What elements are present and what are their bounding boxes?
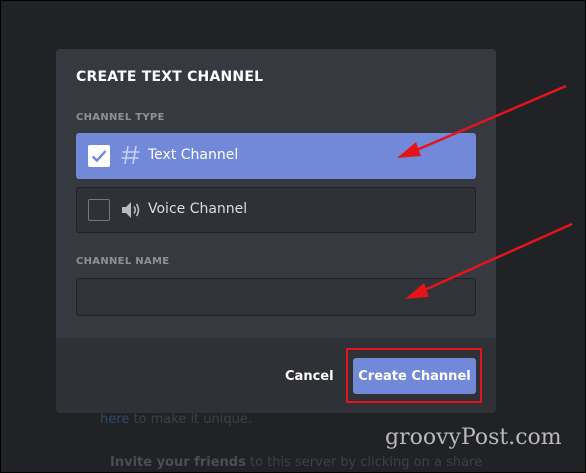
modal-title: CREATE TEXT CHANNEL: [76, 69, 264, 85]
checkmark-icon: [91, 150, 107, 163]
checkbox-checked[interactable]: [88, 145, 110, 167]
cancel-button[interactable]: Cancel: [285, 369, 334, 384]
background-link[interactable]: here: [100, 412, 129, 427]
background-text-line: Invite your friends to this server by cl…: [110, 455, 482, 470]
speaker-icon: [122, 202, 140, 218]
channel-type-label: CHANNEL TYPE: [76, 112, 165, 123]
option-label: Text Channel: [148, 147, 239, 163]
text-channel-option[interactable]: Text Channel: [76, 133, 476, 179]
watermark: groovyPost.com: [385, 425, 562, 450]
background-text: to this server by clicking on a share: [249, 455, 483, 470]
voice-channel-option[interactable]: Voice Channel: [76, 187, 476, 233]
option-label: Voice Channel: [148, 201, 248, 217]
background-text: to make it unique.: [133, 412, 252, 427]
channel-name-input[interactable]: [76, 278, 476, 316]
checkbox-unchecked[interactable]: [88, 199, 110, 221]
annotation-highlight-box: [346, 348, 482, 403]
background-text-line: here to make it unique.: [100, 412, 252, 427]
hash-icon: [121, 145, 140, 165]
background-bold-text: Invite your friends: [110, 455, 246, 470]
channel-name-label: CHANNEL NAME: [76, 256, 170, 267]
